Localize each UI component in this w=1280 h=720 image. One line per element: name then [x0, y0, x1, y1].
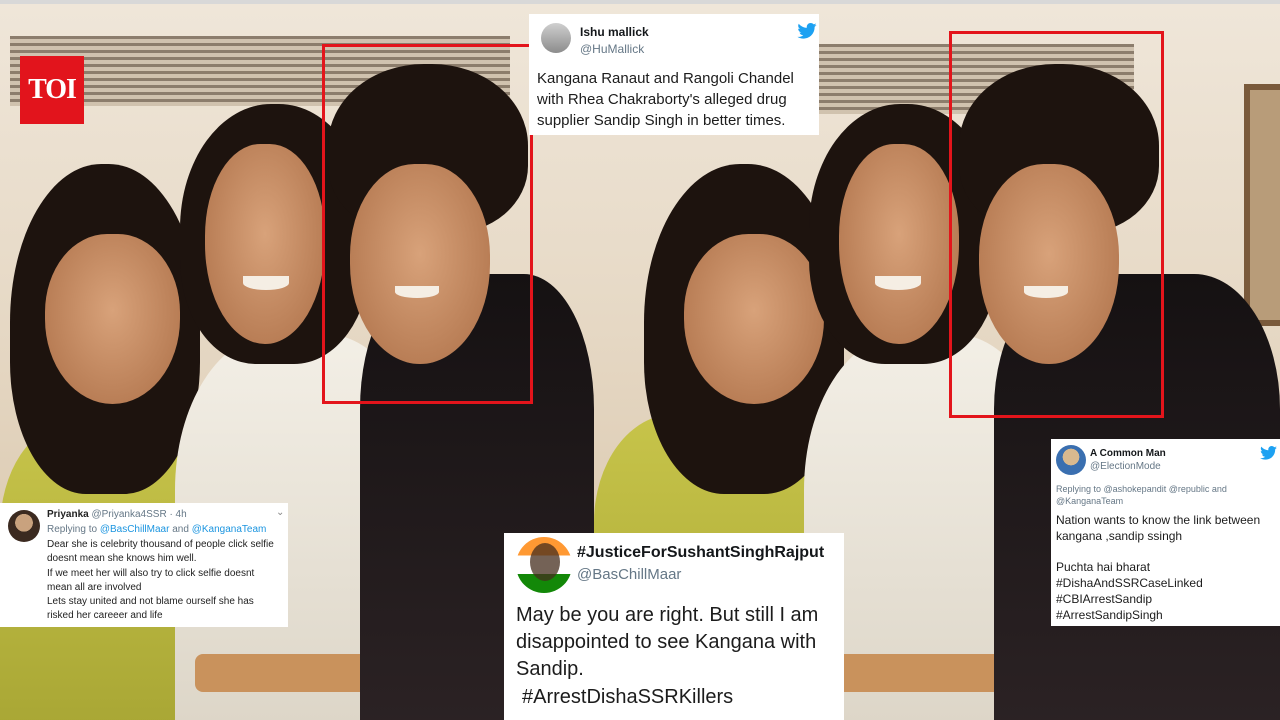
highlight-box-left [322, 44, 533, 404]
reply-line: Replying to @BasChillMaar and @KanganaTe… [47, 524, 266, 535]
reply-line[interactable]: Replying to @ashokepandit @republic and [1056, 484, 1227, 494]
avatar[interactable] [1056, 445, 1086, 475]
avatar[interactable] [541, 23, 571, 53]
tweet-author-handle[interactable]: @ElectionMode [1090, 461, 1161, 472]
tweet-hashtag-link[interactable]: #ArrestDishaSSRKillers [522, 686, 733, 709]
twitter-bird-icon [1260, 446, 1277, 460]
tweet-text-line: disappointed to see Kangana with [516, 631, 817, 653]
tweet-hashtag-link[interactable]: #CBIArrestSandip [1056, 592, 1152, 606]
tweet-header: Priyanka @Priyanka4SSR · 4h [47, 509, 187, 520]
highlight-box-right [949, 31, 1164, 418]
tweet-time[interactable]: · 4h [169, 509, 186, 520]
tweet-card-ishu-mallick: Ishu mallick @HuMallick Kangana Ranaut a… [529, 14, 819, 135]
wall-frame [1244, 84, 1280, 326]
reply-and-label: and [172, 524, 189, 535]
tweet-text-line: Lets stay united and not blame ourself s… [47, 596, 254, 607]
avatar[interactable] [516, 537, 572, 593]
tweet-author-name[interactable]: Priyanka [47, 509, 89, 520]
tweet-author-handle[interactable]: @BasChillMaar [577, 566, 681, 583]
tweet-text-line: Kangana Ranaut and Rangoli Chandel [537, 70, 794, 87]
tweet-author-handle[interactable]: @HuMallick [580, 42, 644, 56]
tweet-text-line: Nation wants to know the link between [1056, 513, 1261, 527]
tweet-text-line: with Rhea Chakraborty's alleged drug [537, 91, 787, 108]
reply-mention-link[interactable]: @BasChillMaar [100, 524, 170, 535]
tweet-text-line: If we meet her will also try to click se… [47, 568, 255, 579]
tweet-text-line: Puchta hai bharat [1056, 560, 1151, 574]
tweet-text-line: May be you are right. But still I am [516, 604, 819, 626]
reply-line[interactable]: @KanganaTeam [1056, 496, 1123, 506]
tweet-hashtag-link[interactable]: #DishaAndSSRCaseLinked [1056, 576, 1203, 590]
tweet-author-handle[interactable]: @Priyanka4SSR [91, 509, 166, 520]
tweet-text-line: kangana ,sandip ssingh [1056, 529, 1183, 543]
tweet-text-line: supplier Sandip Singh in better times. [537, 112, 786, 129]
tweet-author-name[interactable]: #JusticeForSushantSinghRajput [577, 544, 824, 562]
replying-to-label: Replying to [47, 524, 98, 535]
tweet-text-line: Sandip. [516, 658, 584, 680]
twitter-bird-icon [797, 23, 817, 39]
chevron-down-icon[interactable]: ⌄ [276, 507, 284, 518]
reply-mention-link[interactable]: @KanganaTeam [192, 524, 267, 535]
tweet-author-name[interactable]: Ishu mallick [580, 25, 649, 39]
tweet-hashtag-link[interactable]: #ArrestSandipSingh [1056, 608, 1163, 622]
tweet-text-line: doesnt mean she knows him well. [47, 553, 197, 564]
tweet-author-name[interactable]: A Common Man [1090, 448, 1166, 459]
tweet-text-line: mean all are involved [47, 582, 142, 593]
tweet-text-line: risked her careeer and life [47, 610, 163, 621]
toi-logo: TOI [20, 56, 84, 124]
tweet-text-line: Dear she is celebrity thousand of people… [47, 539, 274, 550]
tweet-card-priyanka: Priyanka @Priyanka4SSR · 4h ⌄ Replying t… [0, 503, 288, 627]
tweet-card-a-common-man: A Common Man @ElectionMode Replying to @… [1051, 439, 1280, 626]
avatar[interactable] [8, 510, 40, 542]
tweet-card-bas-chill-maar: #JusticeForSushantSinghRajput @BasChillM… [504, 533, 844, 720]
